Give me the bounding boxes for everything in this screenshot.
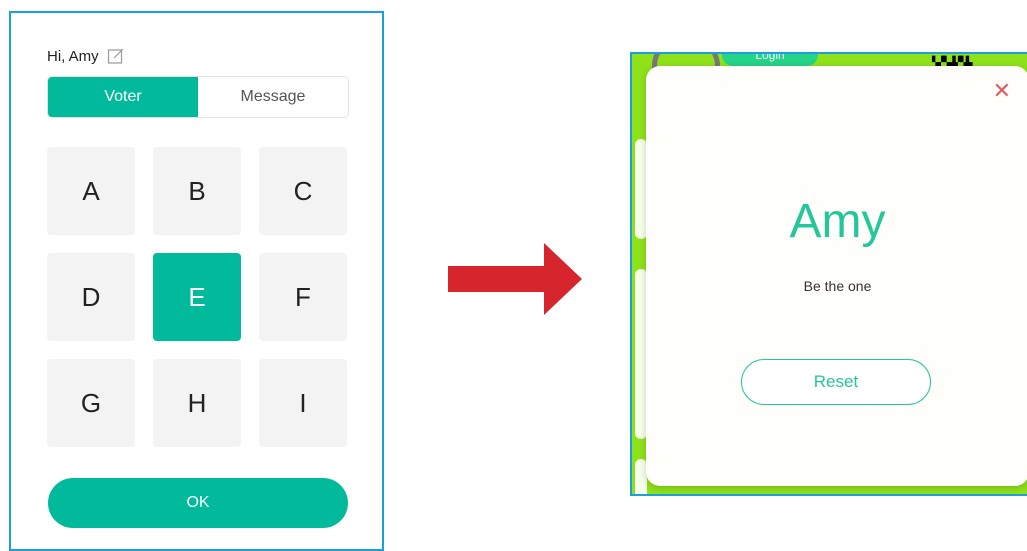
greeting: Hi, Amy xyxy=(47,47,125,65)
result-dialog: ✕ Amy Be the one Reset xyxy=(646,66,1027,486)
answer-grid: A B C D E F G H I xyxy=(47,147,349,447)
login-button[interactable]: Login xyxy=(722,54,818,66)
answer-key-b[interactable]: B xyxy=(153,147,241,235)
answer-key-d[interactable]: D xyxy=(47,253,135,341)
close-icon[interactable]: ✕ xyxy=(993,80,1011,102)
ok-button[interactable]: OK xyxy=(48,478,348,528)
greeting-text: Hi, Amy xyxy=(47,47,99,65)
answer-key-h[interactable]: H xyxy=(153,359,241,447)
display-screen: Login ▚▞▚▟▞▚▙ ✕ Amy Be the one Reset xyxy=(630,52,1027,496)
tab-voter[interactable]: Voter xyxy=(48,77,198,117)
right-arrow-icon xyxy=(448,243,582,320)
answer-key-a[interactable]: A xyxy=(47,147,135,235)
winner-name: Amy xyxy=(789,195,886,248)
answer-key-g[interactable]: G xyxy=(47,359,135,447)
answer-key-i[interactable]: I xyxy=(259,359,347,447)
phone-panel: Hi, Amy Voter Message A B C D E F G H I … xyxy=(9,11,384,551)
mode-tabs: Voter Message xyxy=(47,76,349,118)
answer-key-f[interactable]: F xyxy=(259,253,347,341)
reset-button[interactable]: Reset xyxy=(741,359,931,405)
edit-icon[interactable] xyxy=(107,47,125,65)
dialog-tagline: Be the one xyxy=(803,278,872,294)
answer-key-e[interactable]: E xyxy=(153,253,241,341)
answer-key-c[interactable]: C xyxy=(259,147,347,235)
tab-message[interactable]: Message xyxy=(198,77,348,117)
